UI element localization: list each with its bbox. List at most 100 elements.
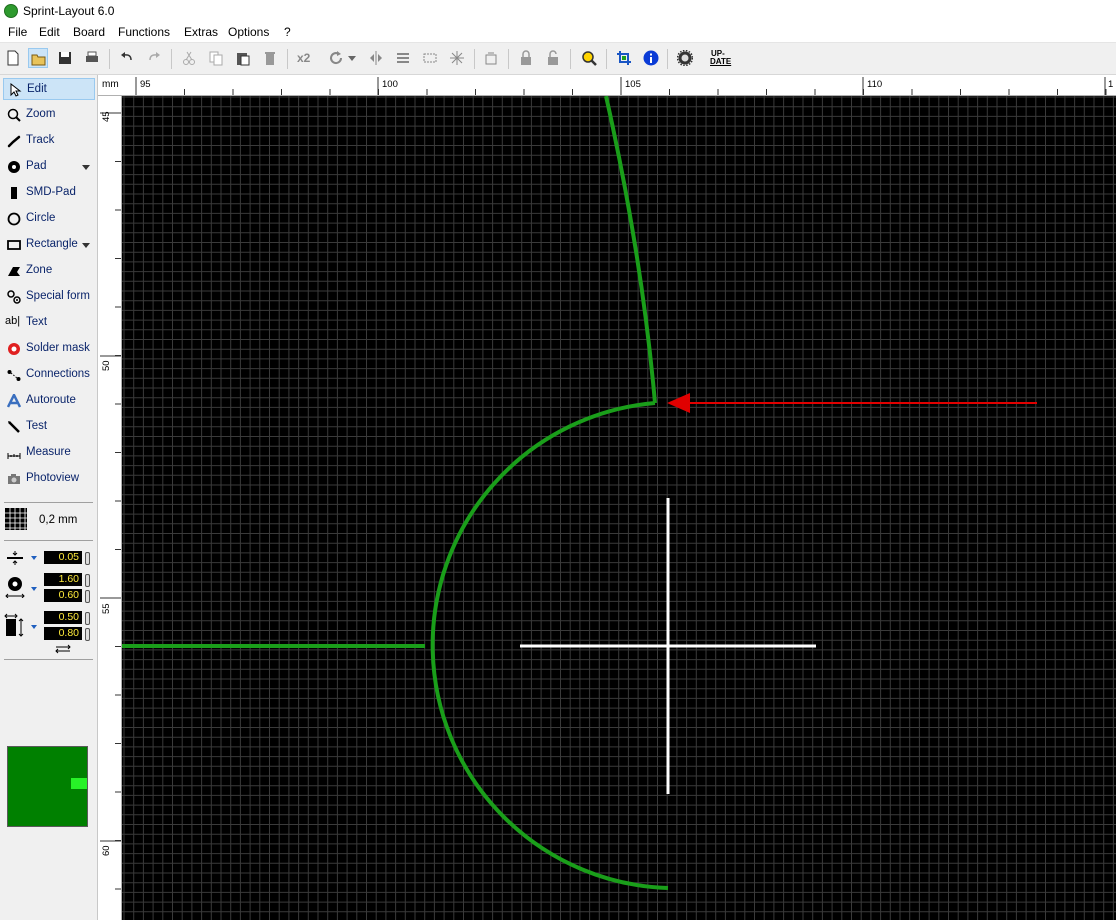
smd-pad-icon [11, 187, 17, 199]
align-icon[interactable] [393, 48, 413, 68]
tool-label: Rectangle [26, 238, 78, 250]
tool-photoview[interactable]: Photoview [3, 468, 95, 490]
chevron-down-icon[interactable] [82, 165, 90, 170]
info-icon[interactable] [641, 48, 661, 68]
pad-inner-spinner[interactable] [85, 590, 90, 603]
circle-icon [7, 212, 21, 226]
redo-icon[interactable] [144, 48, 164, 68]
tool-smd-pad[interactable]: SMD-Pad [3, 182, 95, 204]
rectangle-icon [7, 240, 21, 250]
grid-lines [122, 96, 1116, 920]
zone-icon [8, 267, 20, 276]
tool-connections[interactable]: Connections [3, 364, 95, 386]
smd-width-spinner[interactable] [85, 612, 90, 625]
tool-label: Photoview [26, 472, 80, 484]
smd-height-field[interactable]: 0.80 [44, 627, 82, 640]
update-icon[interactable]: UP- DATE [709, 48, 733, 68]
menu-options[interactable]: Options [228, 25, 269, 39]
duplicate-x2-icon[interactable]: x2 [294, 48, 318, 68]
group-icon[interactable] [420, 48, 440, 68]
paste-icon[interactable] [233, 48, 253, 68]
grid-icon [5, 508, 27, 530]
tool-label: SMD-Pad [26, 186, 76, 198]
chevron-down-icon[interactable] [31, 587, 37, 591]
ruler-x-label: 110 [867, 79, 883, 90]
menu-functions[interactable]: Functions [118, 25, 170, 39]
text-icon: ab| [5, 315, 21, 327]
open-folder-icon[interactable] [28, 48, 48, 68]
menu-board[interactable]: Board [73, 25, 105, 39]
smd-height-spinner[interactable] [85, 628, 90, 641]
autoroute-icon [7, 394, 21, 408]
chevron-down-icon[interactable] [31, 625, 37, 629]
rotate-icon[interactable] [326, 48, 346, 68]
tool-rectangle[interactable]: Rectangle [3, 234, 95, 256]
grid-selector[interactable]: 0,2 mm [5, 508, 93, 532]
tool-autoroute[interactable]: Autoroute [3, 390, 95, 412]
pad-size-icon [5, 577, 25, 598]
crop-board-icon[interactable] [614, 48, 634, 68]
pad-inner-field[interactable]: 0.60 [44, 589, 82, 602]
delete-icon[interactable] [260, 48, 280, 68]
tool-label: Test [26, 420, 48, 432]
gear-icon[interactable] [675, 48, 695, 68]
chevron-down-icon[interactable] [82, 243, 90, 248]
ruler-x-label: 105 [625, 79, 641, 90]
tool-solder-mask[interactable]: Solder mask [3, 338, 95, 360]
zoom-icon[interactable] [579, 48, 599, 68]
tool-measure[interactable]: Measure [3, 442, 95, 464]
menu-help[interactable]: ? [284, 25, 291, 39]
tool-label: Connections [26, 368, 90, 380]
tool-text[interactable]: ab| Text [3, 312, 95, 334]
connections-icon [7, 370, 21, 381]
tool-label: Measure [26, 446, 71, 458]
mirror-icon[interactable] [366, 48, 386, 68]
ruler-vertical: 45 50 55 60 [98, 96, 122, 920]
ruler-x-label: 95 [140, 79, 151, 90]
ruler-y-label: 45 [101, 111, 112, 122]
track-icon [7, 135, 21, 148]
tool-circle[interactable]: Circle [3, 208, 95, 230]
window-title: Sprint-Layout 6.0 [23, 4, 115, 18]
save-icon[interactable] [55, 48, 75, 68]
chevron-down-icon[interactable] [31, 556, 37, 560]
toolbar: x2 UP- DATE [0, 43, 1116, 75]
menu-file[interactable]: File [8, 25, 27, 39]
tool-zoom[interactable]: Zoom [3, 104, 95, 126]
track-width-field[interactable]: 0.05 [44, 551, 82, 564]
tool-special-form[interactable]: Special form [3, 286, 95, 308]
menu-extras[interactable]: Extras [184, 25, 218, 39]
tool-edit[interactable]: Edit [3, 78, 95, 100]
pcb-canvas[interactable] [122, 96, 1116, 920]
menu-bar: File Edit Board Functions Extras Options… [0, 22, 1116, 43]
lock-icon[interactable] [516, 48, 536, 68]
pad-outer-field[interactable]: 1.60 [44, 573, 82, 586]
tool-zone[interactable]: Zone [3, 260, 95, 282]
tool-pad[interactable]: Pad [3, 156, 95, 178]
print-icon[interactable] [82, 48, 102, 68]
copy-icon[interactable] [206, 48, 226, 68]
smd-width-field[interactable]: 0.50 [44, 611, 82, 624]
cut-icon[interactable] [179, 48, 199, 68]
unlock-icon[interactable] [543, 48, 563, 68]
tool-label: Edit [27, 83, 47, 95]
layer-preview[interactable] [7, 746, 88, 827]
undo-icon[interactable] [117, 48, 137, 68]
tool-test[interactable]: Test [3, 416, 95, 438]
rotate-dropdown-icon[interactable] [346, 48, 358, 68]
cursor-icon [10, 83, 22, 97]
new-file-icon[interactable] [3, 48, 23, 68]
test-icon [8, 421, 20, 433]
tool-label: Solder mask [26, 342, 90, 354]
pad-outer-spinner[interactable] [85, 574, 90, 587]
update-label-bottom: DATE [710, 57, 732, 66]
tool-label: Autoroute [26, 394, 76, 406]
tool-label: Pad [26, 160, 47, 172]
menu-edit[interactable]: Edit [39, 25, 60, 39]
ungroup-icon[interactable] [447, 48, 467, 68]
swap-icon[interactable] [53, 644, 73, 654]
properties-icon[interactable] [481, 48, 501, 68]
tool-track[interactable]: Track [3, 130, 95, 152]
special-form-icon [7, 290, 21, 304]
track-width-spinner[interactable] [85, 552, 90, 565]
